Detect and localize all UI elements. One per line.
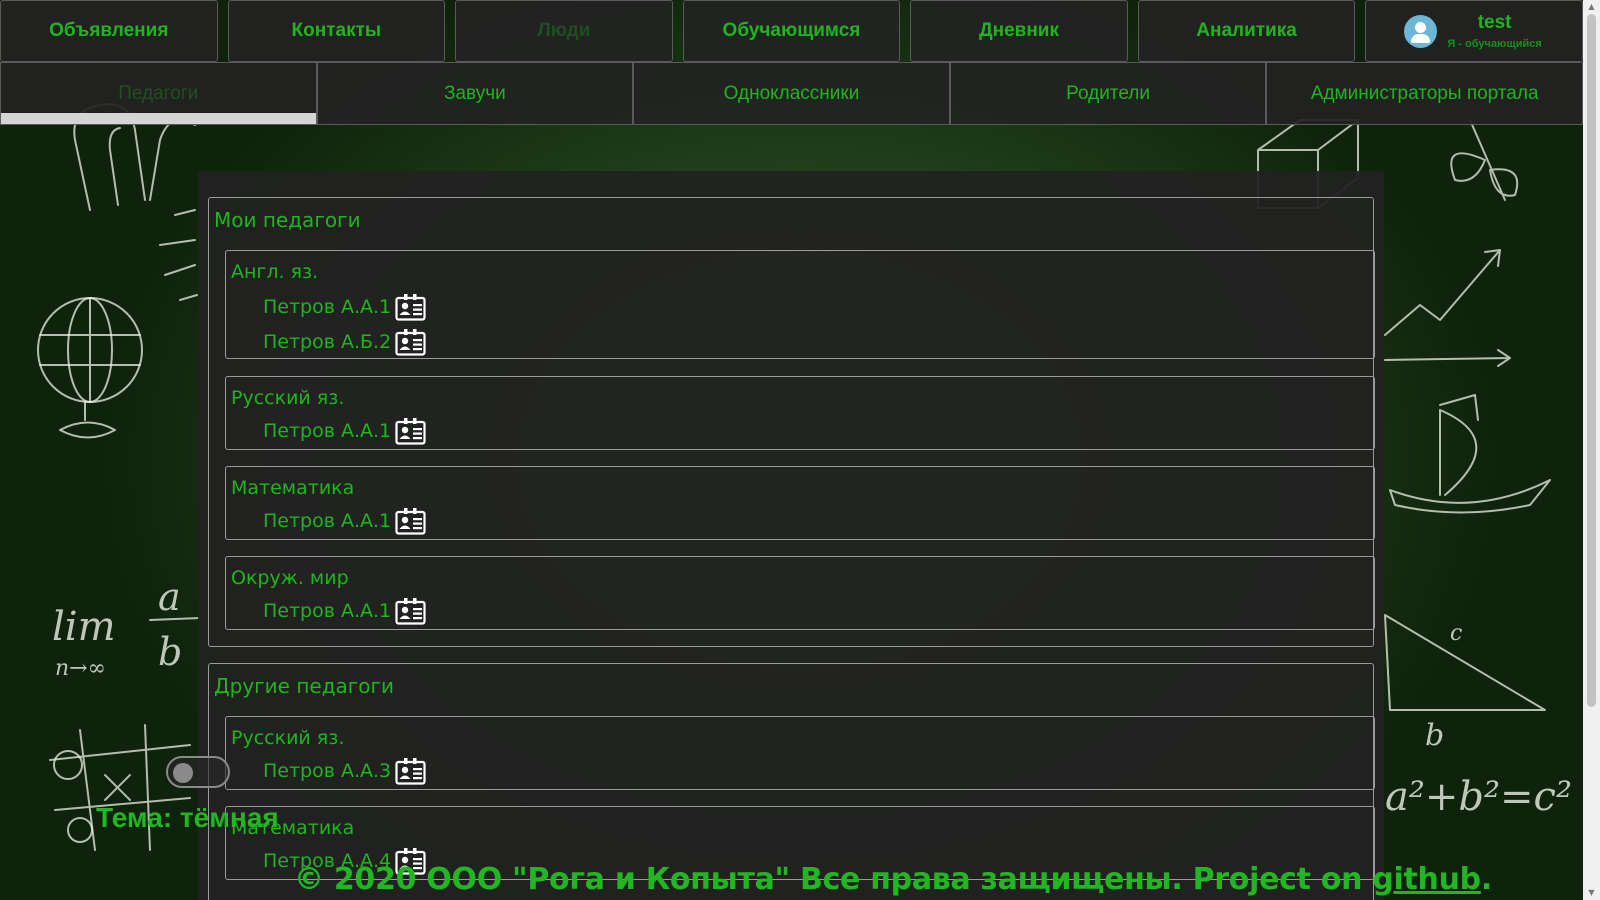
svg-text:a: a: [158, 575, 181, 619]
contact-card-icon[interactable]: [395, 507, 426, 535]
tab-head-teachers[interactable]: Завучи: [316, 62, 634, 125]
tab-parents[interactable]: Родители: [949, 62, 1267, 125]
top-navigation: Объявления Контакты Люди Обучающимся Дне…: [0, 0, 1584, 62]
teacher-name[interactable]: Петров А.А.1: [263, 296, 391, 318]
scroll-thumb[interactable]: [1587, 14, 1596, 707]
subject-block: Русский яз. Петров А.А.3: [225, 716, 1375, 790]
my-teachers-group: Мои педагоги Англ. яз. Петров А.А.1 Петр…: [208, 197, 1375, 647]
tab-classmates[interactable]: Одноклассники: [633, 62, 950, 125]
subject-title: Русский яз.: [231, 727, 345, 749]
teacher-name[interactable]: Петров А.А.3: [263, 760, 391, 782]
subject-title: Русский яз.: [231, 387, 345, 409]
theme-label: Тема: тёмная: [96, 802, 279, 833]
nav-people[interactable]: Люди: [455, 0, 673, 62]
nav-announcements[interactable]: Объявления: [0, 0, 218, 62]
scroll-up-icon[interactable]: ▲: [1583, 0, 1600, 14]
footer-suffix: .: [1480, 862, 1492, 897]
teacher-name[interactable]: Петров А.Б.2: [263, 331, 391, 353]
teacher-item[interactable]: Петров А.Б.2: [263, 328, 426, 356]
page-scrollbar[interactable]: ▲ ▼: [1583, 0, 1600, 900]
subject-title: Англ. яз.: [231, 261, 319, 283]
group-title: Мои педагоги: [214, 208, 361, 232]
user-menu[interactable]: test Я - обучающийся: [1365, 0, 1584, 62]
teacher-item[interactable]: Петров А.А.1: [263, 417, 426, 445]
nav-analytics[interactable]: Аналитика: [1137, 0, 1356, 62]
user-info: test Я - обучающийся: [1447, 12, 1541, 50]
footer: © 2020 ООО "Рога и Копыта" Все права защ…: [294, 862, 1492, 897]
svg-text:b: b: [1425, 718, 1444, 753]
contact-card-icon[interactable]: [395, 757, 426, 785]
user-name: test: [1477, 12, 1512, 33]
subject-block: Англ. яз. Петров А.А.1 Петров А.Б.2: [225, 250, 1375, 359]
svg-text:a²+b²=c²: a²+b²=c²: [1385, 774, 1572, 820]
contact-card-icon[interactable]: [395, 293, 426, 321]
svg-text:b: b: [158, 630, 182, 674]
nav-for-students[interactable]: Обучающимся: [682, 0, 901, 62]
footer-text: © 2020 ООО "Рога и Копыта" Все права защ…: [294, 862, 1373, 897]
toggle-knob[interactable]: [173, 763, 193, 783]
tab-teachers[interactable]: Педагоги: [0, 62, 317, 125]
nav-contacts[interactable]: Контакты: [227, 0, 446, 62]
subject-block: Математика Петров А.А.1: [225, 466, 1375, 540]
nav-diary[interactable]: Дневник: [910, 0, 1128, 62]
teacher-item[interactable]: Петров А.А.3: [263, 757, 426, 785]
subject-block: Русский яз. Петров А.А.1: [225, 376, 1375, 450]
theme-toggle[interactable]: [166, 756, 230, 788]
group-title: Другие педагоги: [214, 674, 395, 698]
github-link[interactable]: github: [1372, 862, 1481, 897]
teacher-name[interactable]: Петров А.А.1: [263, 600, 391, 622]
contact-card-icon[interactable]: [395, 328, 426, 356]
tab-portal-admins[interactable]: Администраторы портала: [1266, 62, 1583, 125]
subject-title: Окруж. мир: [231, 567, 349, 589]
svg-text:lim: lim: [52, 604, 116, 650]
teacher-item[interactable]: Петров А.А.1: [263, 507, 426, 535]
svg-text:n→∞: n→∞: [55, 656, 106, 681]
teacher-name[interactable]: Петров А.А.1: [263, 510, 391, 532]
teacher-item[interactable]: Петров А.А.1: [263, 293, 426, 321]
teacher-name[interactable]: Петров А.А.1: [263, 420, 391, 442]
scroll-down-icon[interactable]: ▼: [1583, 886, 1600, 900]
svg-text:c: c: [1450, 621, 1462, 646]
subject-block: Окруж. мир Петров А.А.1: [225, 556, 1375, 630]
user-role: Я - обучающийся: [1447, 38, 1542, 50]
teacher-item[interactable]: Петров А.А.1: [263, 597, 426, 625]
sub-navigation: Педагоги Завучи Одноклассники Родители А…: [0, 62, 1583, 125]
contact-card-icon[interactable]: [395, 417, 426, 445]
subject-title: Математика: [231, 477, 355, 499]
user-avatar-icon: [1404, 14, 1438, 48]
contact-card-icon[interactable]: [395, 597, 426, 625]
teachers-panel: Мои педагоги Англ. яз. Петров А.А.1 Петр…: [198, 171, 1384, 900]
